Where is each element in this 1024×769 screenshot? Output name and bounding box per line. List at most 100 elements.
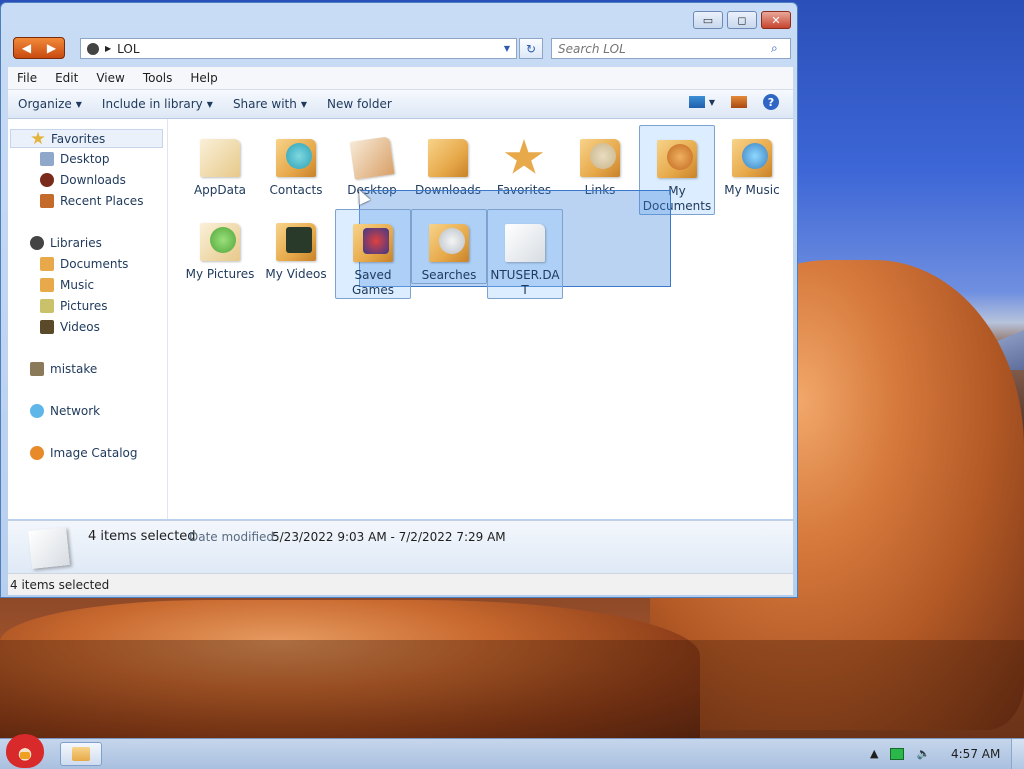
- ground-shadow: [0, 640, 1024, 740]
- folder-icon: [424, 133, 472, 181]
- sidebar-label: Pictures: [60, 299, 108, 313]
- folder-my-videos[interactable]: My Videos: [259, 209, 333, 282]
- minimize-button[interactable]: ▭: [693, 11, 723, 29]
- music-icon: [742, 143, 768, 169]
- folder-icon: [72, 747, 90, 761]
- toolbar-right: ▼ ?: [688, 94, 779, 110]
- new-folder-button[interactable]: New folder: [317, 97, 402, 111]
- organize-button[interactable]: Organize ▼: [8, 97, 92, 111]
- refresh-icon: ↻: [525, 41, 537, 56]
- folder-icon: [272, 133, 320, 181]
- folder-desktop[interactable]: Desktop: [335, 125, 409, 198]
- folder-my-pictures[interactable]: My Pictures: [183, 209, 257, 282]
- status-text: 4 items selected: [10, 577, 110, 592]
- sidebar-item-desktop[interactable]: Desktop: [40, 152, 110, 166]
- folder-favorites[interactable]: Favorites: [487, 125, 561, 198]
- chevron-down-icon: ▼: [206, 99, 213, 109]
- show-desktop-button[interactable]: [1011, 739, 1024, 769]
- item-label: My Pictures: [185, 267, 255, 281]
- sidebar-label: Network: [50, 404, 101, 418]
- sidebar-label: Recent Places: [60, 194, 144, 208]
- file-view: AppData Contacts Desktop Downloads Favor…: [168, 119, 793, 519]
- address-dropdown-icon[interactable]: ▼: [504, 44, 510, 53]
- network-icon: [30, 404, 44, 418]
- folder-icon: [196, 217, 244, 265]
- sidebar-label: Favorites: [51, 131, 106, 146]
- pictures-icon: [40, 299, 54, 313]
- sidebar-item-image-catalog[interactable]: Image Catalog: [30, 446, 137, 460]
- video-icon: [286, 227, 312, 253]
- folder-contacts[interactable]: Contacts: [259, 125, 333, 198]
- taskbar-clock[interactable]: 4:57 AM: [951, 747, 1000, 761]
- sidebar-item-libraries[interactable]: Libraries: [30, 236, 102, 250]
- star-icon: [31, 131, 45, 145]
- sidebar-item-music[interactable]: Music: [40, 278, 94, 292]
- close-button[interactable]: ✕: [761, 11, 791, 29]
- egg-icon: [667, 144, 693, 170]
- links-icon: [590, 143, 616, 169]
- taskbar-explorer-button[interactable]: [60, 742, 102, 766]
- forward-arrow-icon[interactable]: ▶: [47, 41, 56, 55]
- menu-tools[interactable]: Tools: [134, 71, 182, 85]
- refresh-button[interactable]: ↻: [519, 38, 543, 59]
- preview-pane-icon[interactable]: [731, 96, 747, 108]
- magnifier-icon: [439, 228, 465, 254]
- tray-expand-icon[interactable]: ▲: [870, 747, 878, 760]
- recent-places-icon: [40, 194, 54, 208]
- item-label: Saved Games: [352, 268, 394, 297]
- include-in-library-button[interactable]: Include in library ▼: [92, 97, 223, 111]
- power-icon[interactable]: [890, 747, 905, 760]
- help-icon[interactable]: ?: [763, 94, 779, 110]
- menu-file[interactable]: File: [8, 71, 46, 85]
- sidebar-item-videos[interactable]: Videos: [40, 320, 100, 334]
- breadcrumb-arrow-icon[interactable]: ▶: [105, 44, 111, 53]
- videos-icon: [40, 320, 54, 334]
- sidebar-item-favorites[interactable]: Favorites: [10, 129, 163, 148]
- sidebar-item-network[interactable]: Network: [30, 404, 100, 418]
- item-label: AppData: [193, 183, 247, 197]
- folder-appdata[interactable]: AppData: [183, 125, 257, 198]
- folder-links[interactable]: Links: [563, 125, 637, 198]
- organize-label: Organize: [18, 97, 72, 111]
- menu-view[interactable]: View: [87, 71, 133, 85]
- include-label: Include in library: [101, 97, 203, 111]
- sidebar-item-mistake[interactable]: mistake: [30, 362, 97, 376]
- share-with-button[interactable]: Share with ▼: [223, 97, 317, 111]
- item-label: My Videos: [265, 267, 327, 281]
- sidebar-item-recent-places[interactable]: Recent Places: [40, 194, 143, 208]
- sidebar-item-pictures[interactable]: Pictures: [40, 299, 108, 313]
- folder-icon: [348, 133, 396, 181]
- search-icon[interactable]: ⌕: [771, 41, 778, 56]
- file-icon: [501, 218, 549, 266]
- libraries-icon: [30, 236, 44, 250]
- folder-downloads[interactable]: Downloads: [411, 125, 485, 198]
- file-ntuser-dat[interactable]: NTUSER.DAT: [487, 209, 563, 299]
- view-dropdown-icon[interactable]: ▼: [709, 98, 715, 107]
- sidebar-item-downloads[interactable]: Downloads: [40, 173, 126, 187]
- breadcrumb-current[interactable]: LOL: [117, 42, 139, 56]
- item-label: My Music: [724, 183, 780, 197]
- folder-searches[interactable]: Searches: [411, 209, 487, 284]
- system-tray: ▲ 🔈: [870, 747, 930, 760]
- sidebar-label: Documents: [60, 257, 129, 271]
- menu-edit[interactable]: Edit: [46, 71, 87, 85]
- details-pane: 4 items selected Date modified: 5/23/202…: [8, 520, 793, 573]
- menu-help[interactable]: Help: [181, 71, 226, 85]
- command-bar: Organize ▼ Include in library ▼ Share with…: [8, 90, 793, 119]
- angry-bird-icon: [6, 734, 44, 768]
- details-modified-value: 5/23/2022 9:03 AM - 7/2/2022 7:29 AM: [272, 530, 506, 544]
- item-label: Contacts: [269, 183, 323, 197]
- sidebar-item-documents[interactable]: Documents: [40, 257, 128, 271]
- start-button[interactable]: [2, 732, 48, 768]
- speaker-icon[interactable]: 🔈: [916, 747, 930, 760]
- taskbar: ▲ 🔈 4:57 AM: [0, 738, 1024, 769]
- folder-icon: [653, 134, 701, 182]
- sidebar-label: Desktop: [60, 152, 110, 166]
- search-input[interactable]: [551, 38, 791, 59]
- folder-saved-games[interactable]: Saved Games: [335, 209, 411, 299]
- back-arrow-icon[interactable]: ◀: [22, 41, 31, 55]
- maximize-button[interactable]: ◻: [727, 11, 757, 29]
- view-options-icon[interactable]: [688, 96, 705, 108]
- address-bar[interactable]: ▶ LOL ▼: [80, 38, 517, 59]
- folder-my-music[interactable]: My Music: [715, 125, 789, 198]
